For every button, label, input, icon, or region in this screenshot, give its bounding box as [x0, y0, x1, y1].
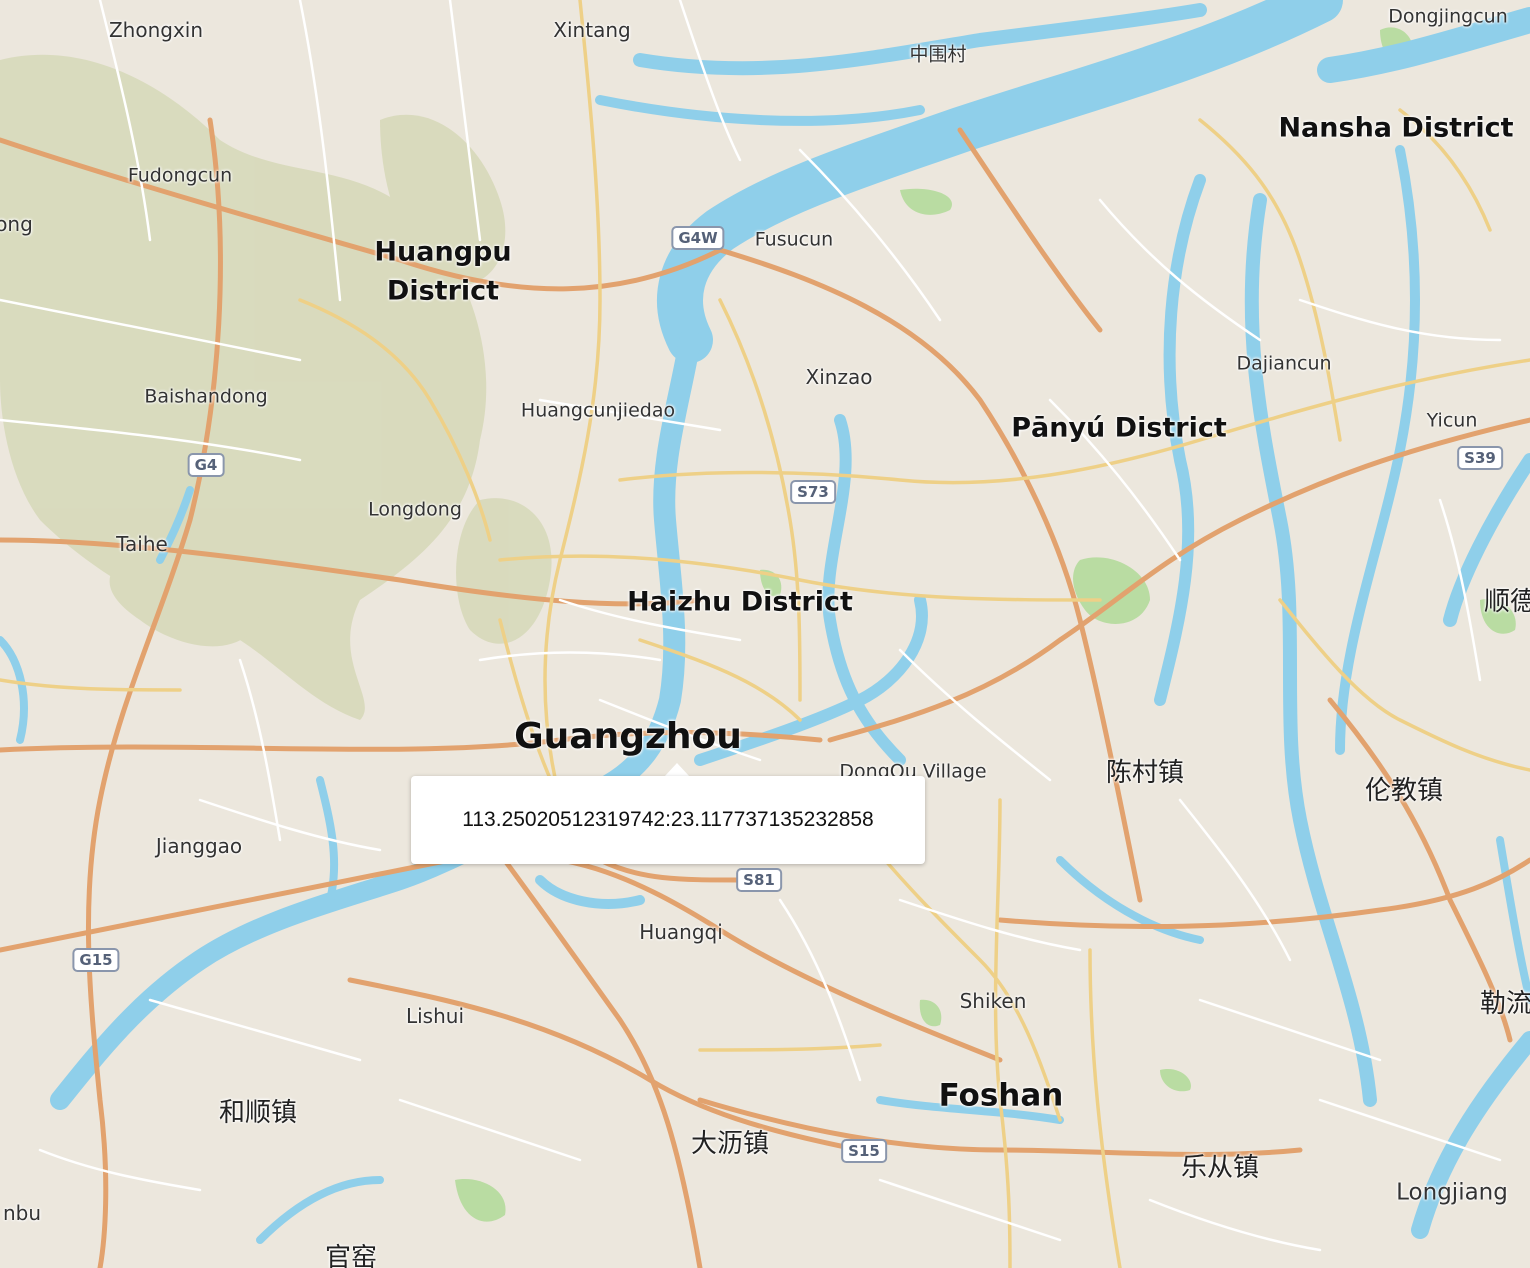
place-label-guanyao: 官窑 [324, 1243, 378, 1268]
place-label-jianggao: Jianggao [155, 834, 243, 858]
city-label-guangzhou: Guangzhou [514, 716, 742, 757]
highway-shield-s81: S81 [736, 868, 782, 892]
place-label-zhongxin: Zhongxin [108, 18, 204, 42]
place-label-ong: ong [0, 212, 33, 236]
place-label-fudongcun: Fudongcun [127, 164, 233, 187]
place-label-huangqi: Huangqi [639, 920, 723, 944]
place-label-dongjingcun: Dongjingcun [1388, 5, 1508, 28]
place-label-chencun: 陈村镇 [1105, 758, 1185, 788]
district-label-huangpu-line2: District [386, 275, 500, 307]
highway-shield-g15: G15 [72, 948, 120, 972]
highway-shield-g4w: G4W [671, 226, 725, 250]
place-label-dali: 大沥镇 [690, 1129, 770, 1159]
city-label-foshan: Foshan [938, 1077, 1064, 1114]
coordinate-popup[interactable]: 113.25020512319742:23.117737135232858 [411, 776, 925, 864]
place-label-taihe: Taihe [116, 532, 168, 556]
place-label-nbu: nbu [2, 1201, 42, 1225]
place-label-leliu: 勒流 [1479, 989, 1530, 1019]
place-label-lecong: 乐从镇 [1180, 1153, 1260, 1183]
place-label-xinzao: Xinzao [805, 365, 873, 389]
place-label-longjiang: Longjiang [1396, 1179, 1508, 1206]
place-label-zhongweicun: 中围村 [909, 43, 967, 66]
place-label-shunde: 顺德 [1483, 587, 1530, 617]
place-label-heshun: 和顺镇 [218, 1098, 298, 1128]
district-label-huangpu-line1: Huangpu [374, 236, 512, 268]
place-label-baishandong: Baishandong [144, 385, 268, 408]
popup-pointer [664, 763, 690, 777]
highway-shield-s73: S73 [790, 480, 836, 504]
highway-shield-g4: G4 [187, 453, 225, 477]
map-canvas[interactable] [0, 0, 1530, 1268]
district-label-panyu: Pānyú District [1011, 412, 1227, 444]
place-label-huangcunjiedao: Huangcunjiedao [520, 399, 676, 422]
highway-shield-s15: S15 [841, 1139, 887, 1163]
place-label-longdong: Longdong [368, 498, 462, 521]
place-label-shiken: Shiken [959, 989, 1027, 1013]
district-label-nansha: Nansha District [1278, 112, 1514, 144]
place-label-yicun: Yicun [1426, 409, 1478, 432]
highway-shield-s39: S39 [1457, 446, 1503, 470]
place-label-lunjiao: 伦教镇 [1364, 776, 1444, 806]
place-label-lishui: Lishui [405, 1004, 465, 1028]
district-label-haizhu: Haizhu District [627, 586, 853, 618]
map-view[interactable]: Zhongxin Xintang 中围村 Dongjingcun Nansha … [0, 0, 1530, 1268]
place-label-xintang: Xintang [553, 18, 631, 42]
place-label-dajiancun: Dajiancun [1236, 352, 1332, 375]
coordinate-text: 113.25020512319742:23.117737135232858 [462, 808, 874, 831]
place-label-fusucun: Fusucun [754, 228, 834, 251]
